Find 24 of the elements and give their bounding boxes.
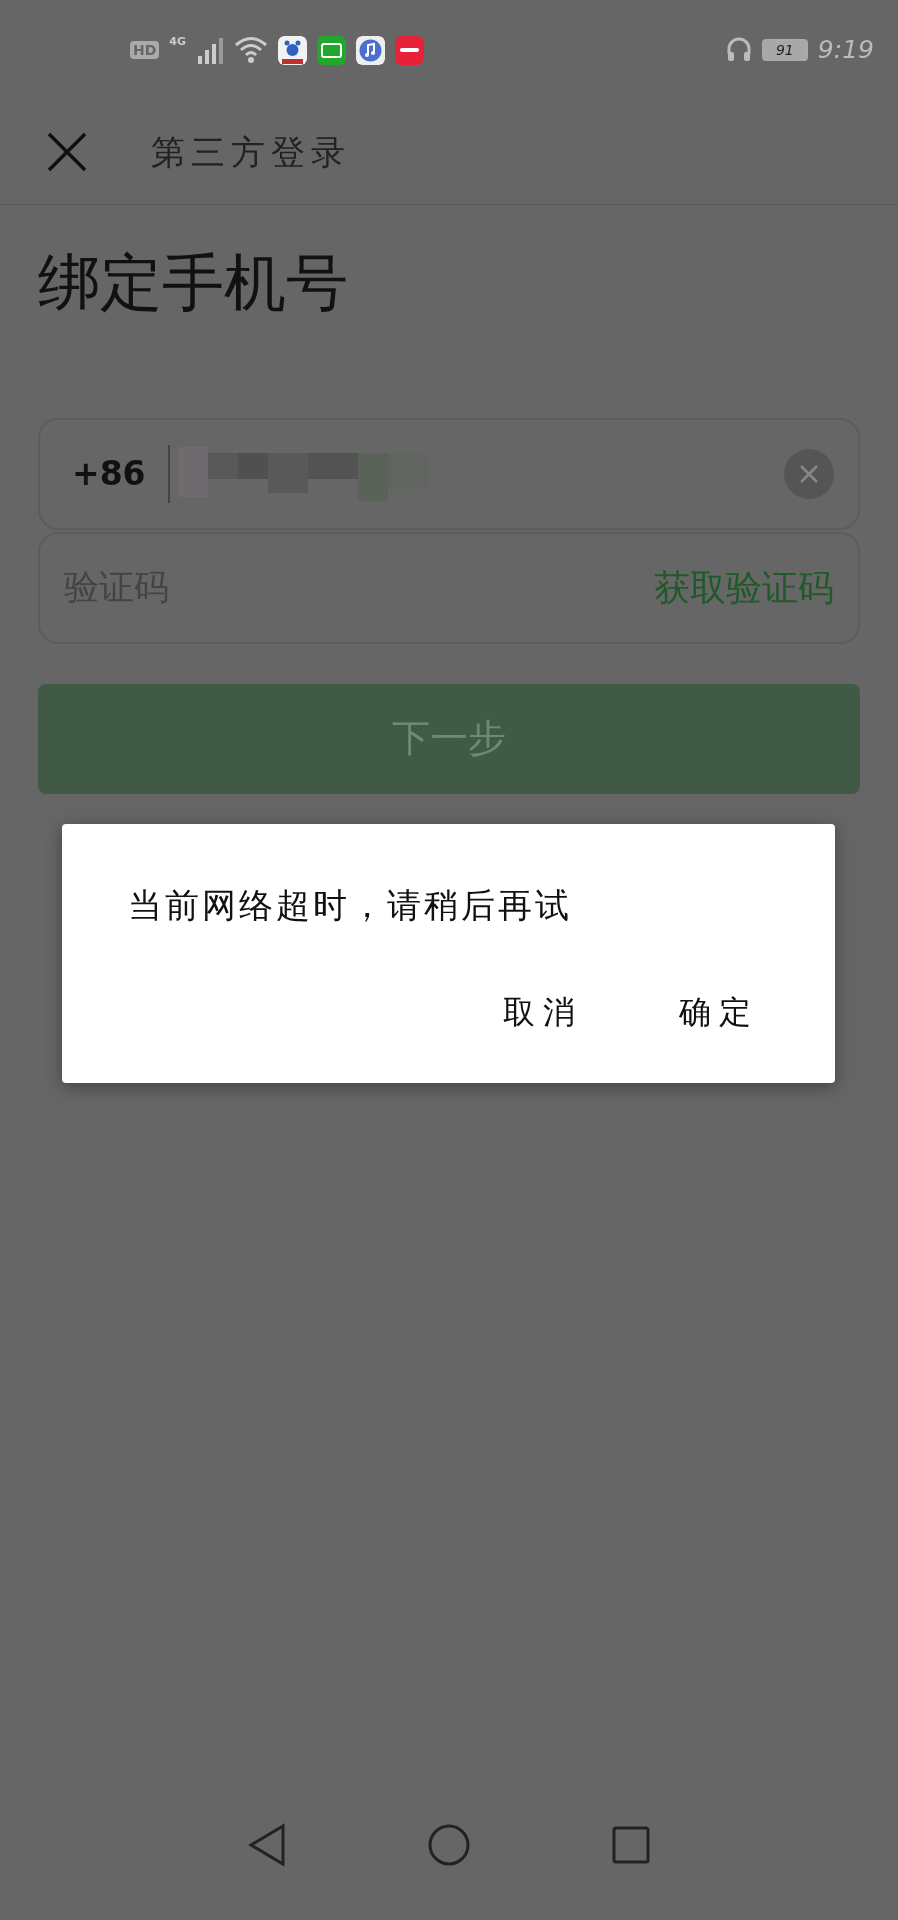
hd-badge: HD — [130, 41, 160, 59]
phone-field[interactable]: +86 — [38, 417, 860, 530]
network-type: 4G — [169, 36, 187, 47]
paw-app-icon — [278, 35, 308, 65]
video-app-icon — [317, 35, 347, 65]
close-icon — [799, 463, 819, 484]
wifi-icon — [234, 35, 269, 65]
country-code: +86 — [72, 452, 146, 495]
back-icon[interactable] — [247, 1823, 287, 1867]
notes-app-icon — [395, 35, 425, 65]
signal-icon — [196, 36, 225, 64]
clear-button[interactable] — [784, 448, 834, 499]
recents-icon[interactable] — [611, 1825, 651, 1865]
dialog-button[interactable]: 确定 — [671, 984, 767, 1040]
dialog-message: 当前网络超时，请稍后再试 — [128, 884, 572, 927]
battery-level: 91 — [761, 39, 808, 61]
close-icon[interactable] — [47, 132, 87, 172]
clock: 9:19 — [817, 34, 874, 67]
page-title: 绑定手机号 — [38, 245, 349, 321]
music-app-icon — [356, 35, 386, 65]
header-title: 第三方登录 — [151, 130, 351, 174]
home-icon[interactable] — [427, 1823, 471, 1867]
dialog-button[interactable]: 取消 — [495, 984, 591, 1040]
headphones-icon — [725, 37, 752, 63]
